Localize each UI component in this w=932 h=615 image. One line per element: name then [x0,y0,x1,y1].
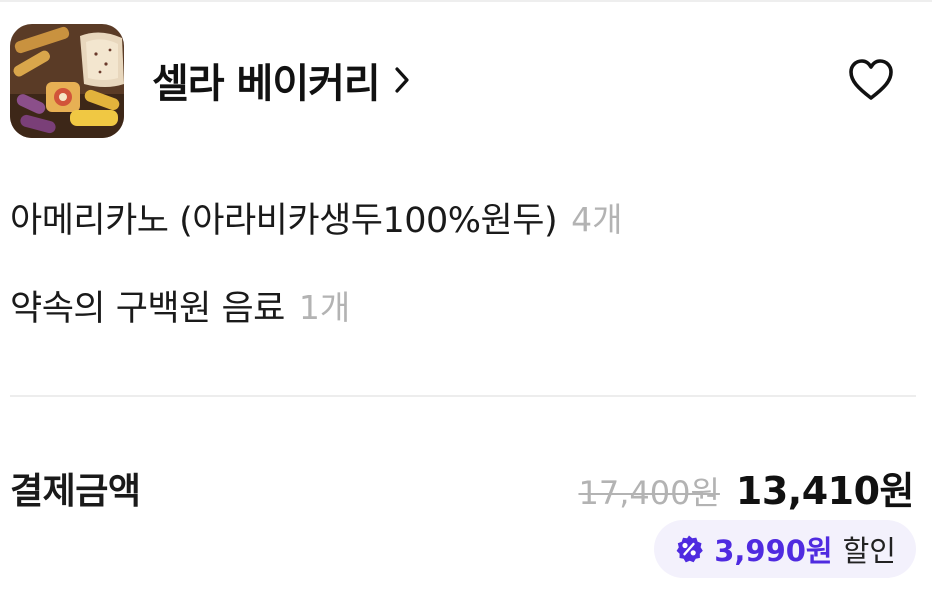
final-price: 13,410원 [735,469,915,513]
order-item: 아메리카노 (아라비카생두100%원두) 4개 [10,190,910,244]
payment-label: 결제금액 [10,471,141,512]
original-price: 17,400원 [578,474,720,512]
store-name-link[interactable]: 셀라 베이커리 [152,52,414,108]
store-header: 셀라 베이커리 [10,24,922,142]
order-item: 약속의 구백원 음료 1개 [10,278,910,332]
order-item-name: 약속의 구백원 음료 [10,288,285,329]
heart-outline-icon [849,59,893,100]
price-row: 17,400원 13,410원 [578,460,914,515]
order-item-name: 아메리카노 (아라비카생두100%원두) [10,200,558,241]
store-thumbnail[interactable] [10,24,124,138]
bakery-photo-image [10,24,124,138]
order-item-quantity: 1개 [298,288,351,327]
order-item-list: 아메리카노 (아라비카생두100%원두) 4개 약속의 구백원 음료 1개 [10,190,910,366]
discount-amount: 3,990원 [714,534,833,568]
discount-suffix: 할인 [842,534,896,568]
chevron-right-icon [395,67,409,93]
discount-badge: 3,990원 할인 [654,520,916,578]
favorite-button[interactable] [846,56,896,106]
section-divider [10,395,916,397]
top-divider [0,0,932,2]
store-name: 셀라 베이커리 [152,61,381,107]
order-item-quantity: 4개 [571,200,623,239]
percent-badge-icon [676,535,704,563]
